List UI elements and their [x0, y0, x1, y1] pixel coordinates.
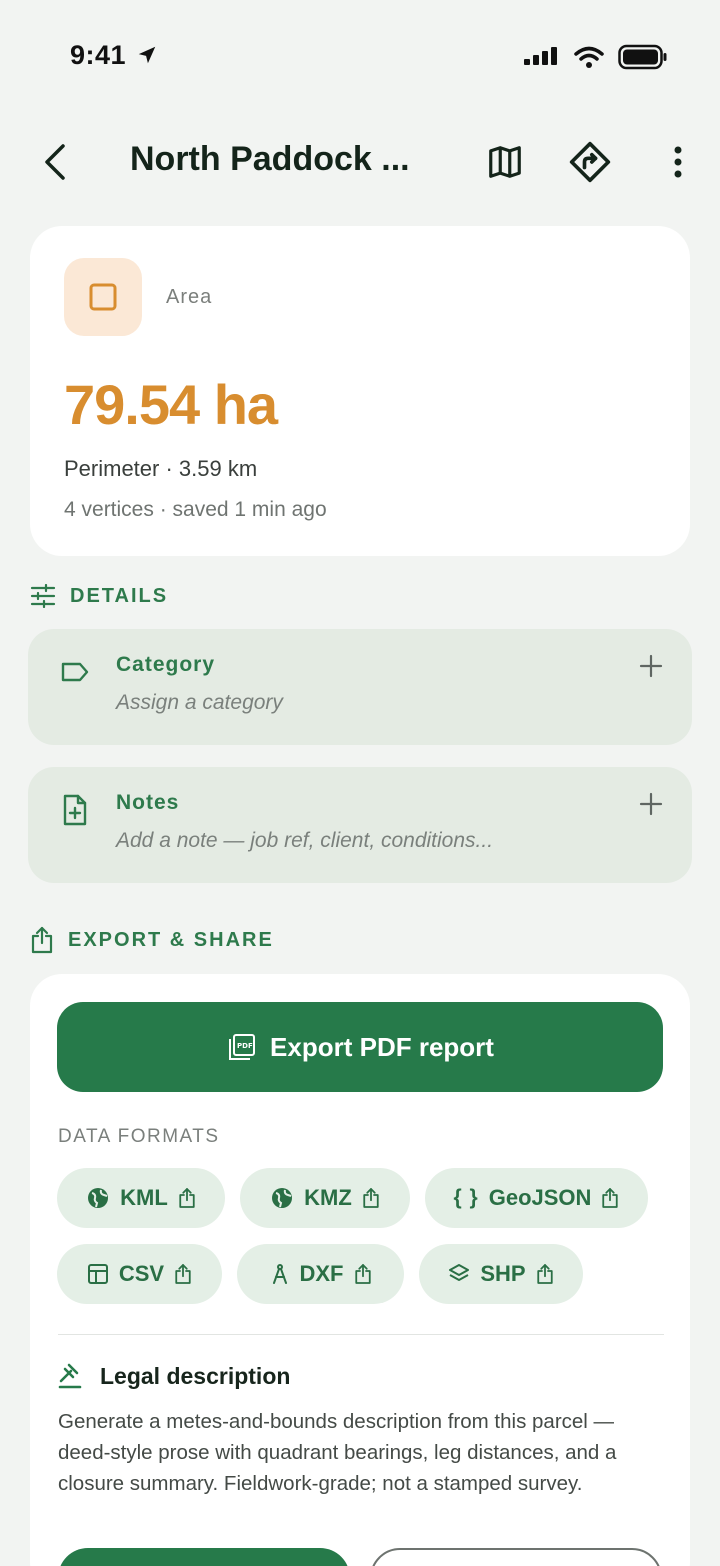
category-title: Category: [116, 653, 216, 676]
share-icon: [354, 1264, 371, 1284]
cellular-signal-icon: [524, 47, 557, 65]
share-icon: [363, 1188, 379, 1208]
area-label: Area: [166, 286, 213, 308]
status-indicators: [524, 44, 668, 70]
globe-icon: [272, 1188, 293, 1208]
table-icon: [87, 1264, 108, 1284]
export-section-header: EXPORT & SHARE: [30, 926, 274, 954]
plus-icon: [639, 654, 663, 678]
battery-icon: [618, 44, 667, 70]
format-chip-shp[interactable]: SHP: [419, 1244, 583, 1304]
category-placeholder: Assign a category: [116, 691, 283, 714]
notes-placeholder: Add a note — job ref, client, conditions…: [116, 829, 494, 852]
share-icon: [536, 1264, 553, 1284]
status-time: 9:41: [70, 40, 158, 71]
directions-button[interactable]: [566, 138, 614, 186]
share-icon: [179, 1188, 195, 1208]
format-chip-kmz[interactable]: KMZ: [240, 1168, 410, 1228]
more-vertical-icon: [674, 146, 682, 178]
map-button[interactable]: [481, 138, 529, 186]
legal-description-title: Legal description: [58, 1362, 290, 1390]
more-options-button[interactable]: [654, 138, 702, 186]
area-value: 79.54 ha: [64, 373, 278, 436]
plus-icon: [639, 792, 663, 816]
export-pdf-button[interactable]: PDF Export PDF report: [57, 1002, 663, 1092]
area-summary-card: Area 79.54 ha Perimeter · 3.59 km 4 vert…: [30, 226, 690, 556]
add-category-button[interactable]: [636, 651, 666, 681]
chevron-left-icon: [45, 144, 65, 180]
format-chip-geojson[interactable]: { } GeoJSON: [425, 1168, 648, 1228]
braces-icon: { }: [453, 1186, 479, 1209]
details-section-header: DETAILS: [30, 584, 168, 608]
back-button[interactable]: [34, 140, 74, 184]
wifi-icon: [574, 46, 604, 68]
tag-icon: [58, 655, 92, 689]
format-chip-dxf[interactable]: DXF: [237, 1244, 404, 1304]
share-icon: [175, 1264, 191, 1284]
svg-text:PDF: PDF: [237, 1042, 253, 1050]
globe-icon: [88, 1188, 109, 1208]
format-chip-kml[interactable]: KML: [57, 1168, 225, 1228]
page-title: North Paddock ...: [130, 140, 410, 178]
share-icon: [31, 926, 53, 954]
notes-title: Notes: [116, 791, 180, 814]
location-arrow-icon: [138, 46, 156, 64]
format-chip-csv[interactable]: CSV: [57, 1244, 222, 1304]
divider: [58, 1334, 664, 1335]
secondary-legal-button[interactable]: [370, 1548, 662, 1566]
legal-description-text: Generate a metes-and-bounds description …: [58, 1410, 617, 1495]
pdf-icon: PDF: [229, 1034, 256, 1060]
map-icon: [489, 146, 521, 178]
layers-icon: [449, 1264, 470, 1281]
sliders-icon: [30, 584, 56, 608]
add-note-button[interactable]: [636, 789, 666, 819]
data-formats-label: DATA FORMATS: [58, 1126, 220, 1147]
perimeter-text: Perimeter · 3.59 km: [64, 456, 258, 481]
notes-row[interactable]: Notes Add a note — job ref, client, cond…: [28, 767, 692, 883]
square-shape-icon: [89, 283, 117, 311]
vertices-saved-text: 4 vertices · saved 1 min ago: [64, 498, 327, 521]
area-badge: [64, 258, 142, 336]
share-icon: [602, 1188, 619, 1208]
generate-legal-description-button[interactable]: [58, 1548, 350, 1566]
export-card: PDF Export PDF report DATA FORMATS KML K…: [30, 974, 690, 1566]
gavel-icon: [58, 1363, 82, 1389]
add-note-icon: [58, 793, 92, 827]
compass-drafting-icon: [272, 1264, 287, 1284]
directions-icon: [569, 141, 611, 183]
category-row[interactable]: Category Assign a category: [28, 629, 692, 745]
